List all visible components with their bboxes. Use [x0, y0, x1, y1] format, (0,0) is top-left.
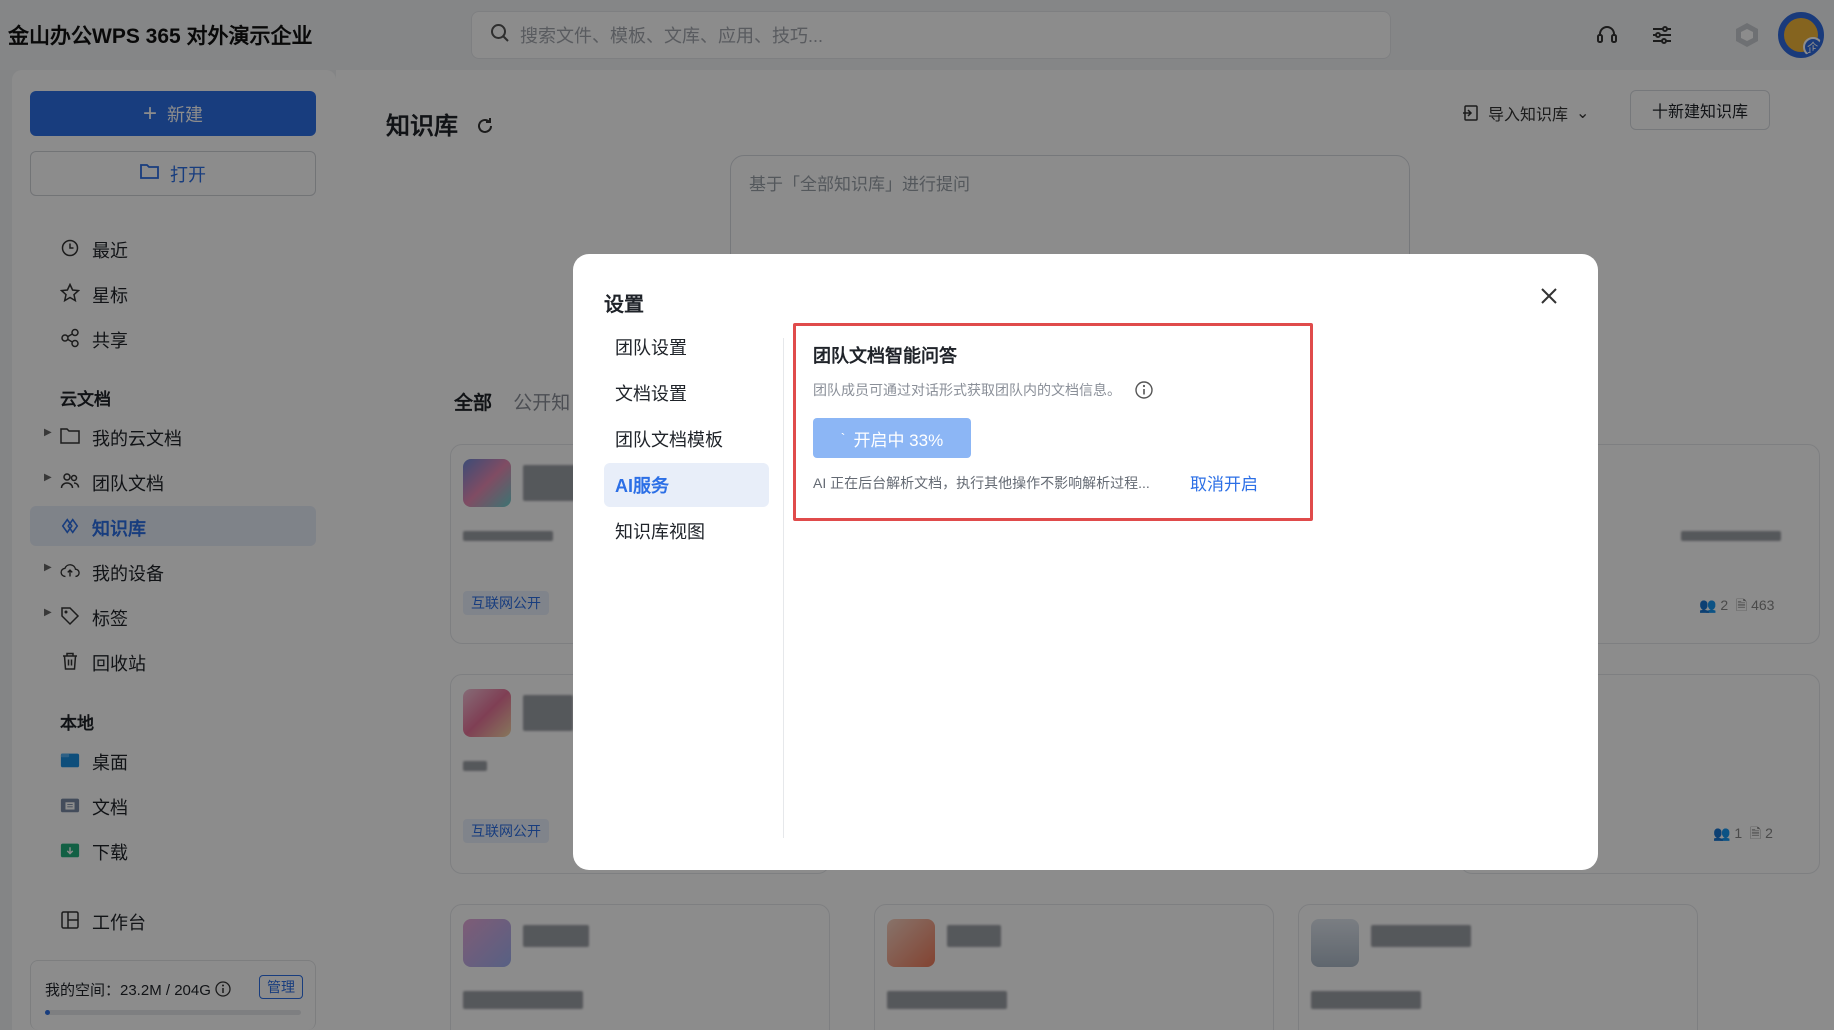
ai-enabling-button[interactable]: ` 开启中 33%	[813, 418, 971, 458]
settings-nav-team[interactable]: 团队设置	[604, 325, 769, 369]
settings-nav-team-templates[interactable]: 团队文档模板	[604, 417, 769, 461]
info-icon	[1135, 381, 1153, 399]
settings-nav-document[interactable]: 文档设置	[604, 371, 769, 415]
settings-dialog: 设置 团队设置 文档设置 团队文档模板 AI服务 知识库视图 团队文档智能问答 …	[573, 254, 1598, 870]
ai-qa-heading: 团队文档智能问答	[813, 346, 957, 366]
settings-nav-ai-service[interactable]: AI服务	[604, 463, 769, 507]
ai-qa-description: 团队成员可通过对话形式获取团队内的文档信息。	[813, 380, 1153, 400]
dialog-divider	[783, 338, 784, 838]
settings-nav-kb-view[interactable]: 知识库视图	[604, 509, 769, 553]
loading-spinner-icon: `	[840, 430, 846, 446]
ai-enabling-label: 开启中 33%	[853, 430, 944, 450]
close-icon[interactable]	[1537, 284, 1561, 308]
ai-progress-note: AI 正在后台解析文档，执行其他操作不影响解析过程...	[813, 475, 1150, 491]
cancel-enable-link[interactable]: 取消开启	[1190, 470, 1258, 495]
dialog-title: 设置	[604, 294, 644, 316]
